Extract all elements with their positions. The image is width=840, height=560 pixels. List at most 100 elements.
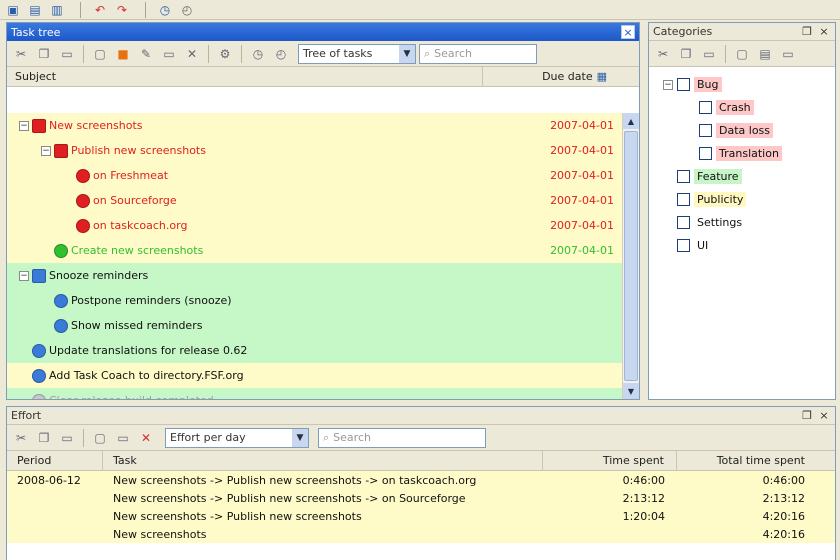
stop-tracking-icon[interactable]: ◴ [271, 44, 291, 64]
edit-effort-icon[interactable]: ▭ [113, 428, 133, 448]
column-task[interactable]: Task [103, 451, 543, 470]
column-total-time-spent[interactable]: Total time spent [677, 451, 817, 470]
task-row[interactable]: Postpone reminders (snooze) [7, 288, 639, 313]
category-row[interactable]: Feature [649, 165, 835, 188]
chevron-down-icon[interactable]: ▼ [292, 428, 308, 447]
task-row[interactable]: Clear release build completed [7, 388, 639, 399]
category-row[interactable]: Data loss [649, 119, 835, 142]
cut-icon[interactable]: ✂ [11, 428, 31, 448]
effort-view-select[interactable]: Effort per day ▼ [165, 427, 309, 448]
task-row[interactable]: on Freshmeat 2007-04-01 [7, 163, 639, 188]
scroll-up-arrow[interactable]: ▲ [623, 113, 639, 129]
cut-icon[interactable]: ✂ [653, 44, 673, 64]
column-period[interactable]: Period [7, 451, 103, 470]
effort-total-cell: 4:20:16 [762, 509, 805, 523]
stopwatch-icon[interactable]: ◴ [178, 2, 196, 18]
close-icon[interactable]: × [621, 25, 635, 39]
category-label: Data loss [716, 123, 774, 138]
redo-icon[interactable]: ↷ [113, 2, 131, 18]
edit-category-icon[interactable]: ▭ [778, 44, 798, 64]
clock-icon[interactable]: ◷ [156, 2, 174, 18]
effort-row[interactable]: 2008-06-12 New screenshots -> Publish new… [7, 471, 835, 489]
task-row[interactable]: − New screenshots 2007-04-01 [7, 113, 639, 138]
task-row[interactable]: Add Task Coach to directory.FSF.org [7, 363, 639, 388]
categories-titlebar: Categories ❐ × [649, 23, 835, 41]
task-row[interactable]: on taskcoach.org 2007-04-01 [7, 213, 639, 238]
category-checkbox[interactable] [699, 101, 712, 114]
category-checkbox[interactable] [677, 239, 690, 252]
effort-row[interactable]: New screenshots -> Publish new screensho… [7, 507, 835, 525]
scroll-thumb[interactable] [624, 131, 638, 381]
task-label: Create new screenshots [71, 244, 204, 257]
task-view-select[interactable]: Tree of tasks ▼ [298, 43, 416, 64]
paste-icon[interactable]: ▭ [57, 44, 77, 64]
column-due-date[interactable]: Due date ▦ [483, 67, 613, 86]
close-icon[interactable]: × [817, 409, 831, 423]
copy-icon[interactable]: ❐ [34, 428, 54, 448]
toolbar-separator [145, 1, 146, 18]
category-checkbox[interactable] [677, 216, 690, 229]
effort-row[interactable]: New screenshots 4:20:16 [7, 525, 835, 543]
task-row[interactable]: Update translations for release 0.62 [7, 338, 639, 363]
start-tracking-icon[interactable]: ◷ [248, 44, 268, 64]
task-column-header: Subject Due date ▦ [7, 67, 639, 87]
mark-completed-icon[interactable]: ⚙ [215, 44, 235, 64]
category-row[interactable]: − Bug [649, 73, 835, 96]
column-subject[interactable]: Subject [7, 67, 483, 86]
new-subtask-icon[interactable]: ■ [113, 44, 133, 64]
task-row[interactable]: Create new screenshots 2007-04-01 [7, 238, 639, 263]
effort-search-input[interactable]: ⌕ Search [318, 427, 486, 448]
print-icon[interactable]: ▥ [48, 2, 66, 18]
task-row[interactable]: − Snooze reminders [7, 263, 639, 288]
collapse-toggle[interactable]: − [19, 120, 29, 131]
search-icon: ⌕ [323, 430, 330, 444]
collapse-toggle[interactable]: − [663, 79, 673, 90]
delete-icon[interactable]: ✕ [136, 428, 156, 448]
task-subject: − New screenshots [7, 118, 492, 133]
category-row[interactable]: UI [649, 234, 835, 257]
restore-icon[interactable]: ❐ [800, 409, 814, 423]
cut-icon[interactable]: ✂ [11, 44, 31, 64]
new-task-icon[interactable]: ▢ [90, 44, 110, 64]
chevron-down-icon[interactable]: ▼ [399, 44, 415, 63]
scroll-down-arrow[interactable]: ▼ [623, 383, 639, 399]
undo-icon[interactable]: ↶ [91, 2, 109, 18]
save-icon[interactable]: ▣ [4, 2, 22, 18]
category-checkbox[interactable] [699, 147, 712, 160]
category-checkbox[interactable] [677, 170, 690, 183]
task-row[interactable]: on Sourceforge 2007-04-01 [7, 188, 639, 213]
collapse-toggle[interactable]: − [41, 145, 51, 156]
paste-icon[interactable]: ▭ [699, 44, 719, 64]
task-row[interactable]: Show missed reminders [7, 313, 639, 338]
task-tree-scrollbar[interactable]: ▲ ▼ [622, 113, 639, 399]
new-effort-icon[interactable]: ▢ [90, 428, 110, 448]
edit-icon[interactable]: ✎ [136, 44, 156, 64]
collapse-toggle[interactable]: − [19, 270, 29, 281]
edit-task-icon[interactable]: ▭ [159, 44, 179, 64]
column-time-spent[interactable]: Time spent [543, 451, 677, 470]
open-icon[interactable]: ▤ [26, 2, 44, 18]
task-row[interactable]: − Publish new screenshots 2007-04-01 [7, 138, 639, 163]
category-row[interactable]: Settings [649, 211, 835, 234]
category-checkbox[interactable] [699, 124, 712, 137]
copy-icon[interactable]: ❐ [34, 44, 54, 64]
task-label: on Sourceforge [93, 194, 177, 207]
copy-icon[interactable]: ❐ [676, 44, 696, 64]
category-checkbox[interactable] [677, 78, 690, 91]
restore-icon[interactable]: ❐ [800, 25, 814, 39]
effort-title: Effort [11, 409, 42, 422]
effort-row[interactable]: New screenshots -> Publish new screensho… [7, 489, 835, 507]
category-row[interactable]: Publicity [649, 188, 835, 211]
new-category-icon[interactable]: ▢ [732, 44, 752, 64]
task-tree-panel: Task tree × ✂ ❐ ▭ ▢ ■ ✎ ▭ ✕ ⚙ ◷ ◴ Tree o… [6, 22, 640, 400]
close-icon[interactable]: × [817, 25, 831, 39]
paste-icon[interactable]: ▭ [57, 428, 77, 448]
delete-icon[interactable]: ✕ [182, 44, 202, 64]
new-subcategory-icon[interactable]: ▤ [755, 44, 775, 64]
task-search-input[interactable]: ⌕ Search [419, 43, 537, 64]
task-label: Postpone reminders (snooze) [71, 294, 232, 307]
category-checkbox[interactable] [677, 193, 690, 206]
category-row[interactable]: Crash [649, 96, 835, 119]
category-row[interactable]: Translation [649, 142, 835, 165]
